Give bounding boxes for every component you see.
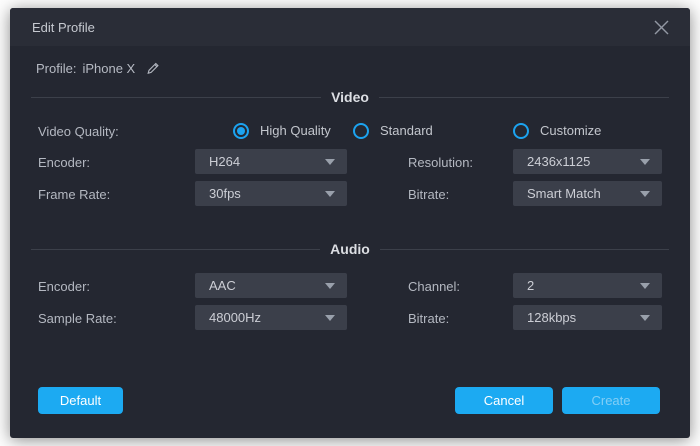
audio-section-header: Audio (10, 241, 690, 257)
video-bitrate-dropdown[interactable]: Smart Match (513, 181, 662, 206)
audio-bitrate-label: Bitrate: (408, 311, 449, 326)
dropdown-value: 2 (527, 278, 534, 293)
video-bitrate-label: Bitrate: (408, 187, 449, 202)
framerate-dropdown[interactable]: 30fps (195, 181, 347, 206)
dropdown-value: 48000Hz (209, 310, 261, 325)
dropdown-value: AAC (209, 278, 236, 293)
divider-line (380, 249, 669, 250)
dropdown-value: Smart Match (527, 186, 601, 201)
samplerate-label: Sample Rate: (38, 311, 117, 326)
audio-section-title: Audio (330, 241, 370, 257)
default-button[interactable]: Default (38, 387, 123, 414)
screen: Edit Profile Profile: iPhone X Video (0, 0, 700, 446)
profile-row: Profile: iPhone X (36, 59, 161, 77)
samplerate-dropdown[interactable]: 48000Hz (195, 305, 347, 330)
profile-label: Profile: (36, 61, 76, 76)
create-button[interactable]: Create (562, 387, 660, 414)
video-encoder-dropdown[interactable]: H264 (195, 149, 347, 174)
pencil-icon (145, 60, 161, 76)
radio-standard[interactable]: Standard (353, 122, 433, 139)
chevron-down-icon (325, 159, 335, 165)
video-section-title: Video (331, 89, 369, 105)
radio-circle-icon (353, 123, 369, 139)
dropdown-value: 128kbps (527, 310, 576, 325)
dropdown-value: H264 (209, 154, 240, 169)
video-quality-label: Video Quality: (38, 124, 119, 139)
radio-label: Customize (540, 123, 601, 138)
framerate-label: Frame Rate: (38, 187, 110, 202)
close-button[interactable] (642, 8, 680, 46)
chevron-down-icon (325, 283, 335, 289)
radio-label: High Quality (260, 123, 331, 138)
edit-profile-name-button[interactable] (145, 60, 161, 76)
chevron-down-icon (640, 283, 650, 289)
divider-line (31, 97, 321, 98)
audio-encoder-dropdown[interactable]: AAC (195, 273, 347, 298)
audio-bitrate-dropdown[interactable]: 128kbps (513, 305, 662, 330)
resolution-label: Resolution: (408, 155, 473, 170)
chevron-down-icon (325, 315, 335, 321)
chevron-down-icon (640, 159, 650, 165)
dropdown-value: 30fps (209, 186, 241, 201)
channel-dropdown[interactable]: 2 (513, 273, 662, 298)
chevron-down-icon (640, 315, 650, 321)
dropdown-value: 2436x1125 (527, 154, 590, 169)
radio-circle-icon (233, 123, 249, 139)
divider-line (379, 97, 669, 98)
edit-profile-dialog: Edit Profile Profile: iPhone X Video (10, 8, 690, 438)
video-section-header: Video (10, 89, 690, 105)
dialog-title: Edit Profile (32, 20, 95, 35)
channel-label: Channel: (408, 279, 460, 294)
profile-name: iPhone X (82, 61, 135, 76)
video-encoder-label: Encoder: (38, 155, 90, 170)
radio-label: Standard (380, 123, 433, 138)
radio-customize[interactable]: Customize (513, 122, 601, 139)
resolution-dropdown[interactable]: 2436x1125 (513, 149, 662, 174)
radio-high-quality[interactable]: High Quality (233, 122, 331, 139)
audio-encoder-label: Encoder: (38, 279, 90, 294)
chevron-down-icon (640, 191, 650, 197)
close-icon (653, 19, 670, 36)
divider-line (31, 249, 320, 250)
chevron-down-icon (325, 191, 335, 197)
radio-circle-icon (513, 123, 529, 139)
cancel-button[interactable]: Cancel (455, 387, 553, 414)
dialog-titlebar: Edit Profile (10, 8, 690, 46)
